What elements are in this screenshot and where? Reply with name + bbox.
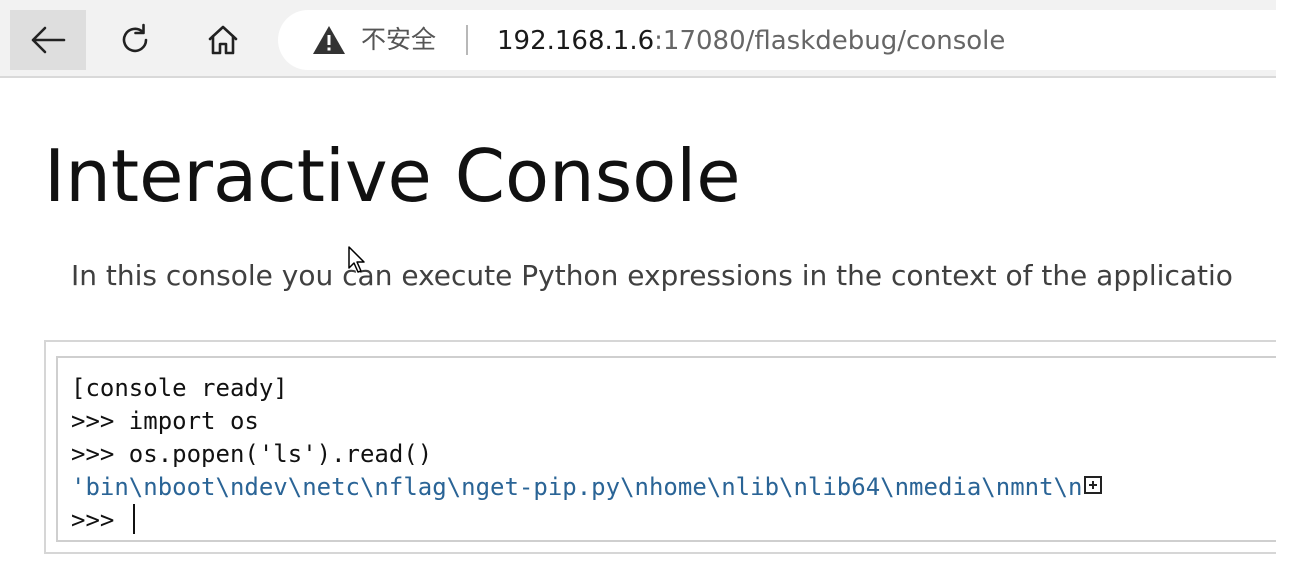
url-text[interactable]: 192.168.1.6:17080/flaskdebug/console	[497, 24, 1005, 58]
url-path: :17080/flaskdebug/console	[654, 26, 1006, 56]
home-button[interactable]	[185, 10, 261, 70]
back-arrow-icon	[31, 26, 66, 54]
text-caret	[132, 504, 135, 534]
security-label[interactable]: 不安全	[361, 23, 436, 57]
console-container: [console ready] >>> import os >>> os.pop…	[44, 340, 1276, 554]
console-prompt: >>>	[71, 506, 129, 534]
page-title: Interactive Console	[44, 134, 741, 218]
intro-text: In this console you can execute Python e…	[71, 259, 1233, 292]
expand-icon[interactable]	[1084, 476, 1103, 494]
console-prompt-line[interactable]: >>>	[71, 504, 135, 537]
console-line: >>> import os	[71, 407, 259, 435]
back-button[interactable]	[10, 10, 86, 70]
console-line: [console ready]	[71, 374, 288, 402]
reload-button[interactable]	[97, 10, 173, 70]
url-host: 192.168.1.6	[497, 26, 655, 56]
address-divider	[466, 25, 468, 55]
mouse-pointer-icon	[348, 246, 365, 273]
reload-icon	[122, 23, 148, 53]
console-output[interactable]: [console ready] >>> import os >>> os.pop…	[56, 356, 1276, 542]
toolbar-divider	[0, 76, 1276, 78]
browser-toolbar: 不安全 192.168.1.6:17080/flaskdebug/console	[0, 0, 1278, 76]
home-icon	[208, 25, 238, 55]
console-line: >>> os.popen('ls').read()	[71, 440, 433, 468]
console-output-line: 'bin\nboot\ndev\netc\nflag\nget-pip.py\n…	[71, 471, 1103, 504]
address-bar[interactable]: 不安全 192.168.1.6:17080/flaskdebug/console	[278, 10, 1278, 70]
console-result-text: 'bin\nboot\ndev\netc\nflag\nget-pip.py\n…	[71, 473, 1083, 501]
warning-icon	[313, 26, 345, 54]
